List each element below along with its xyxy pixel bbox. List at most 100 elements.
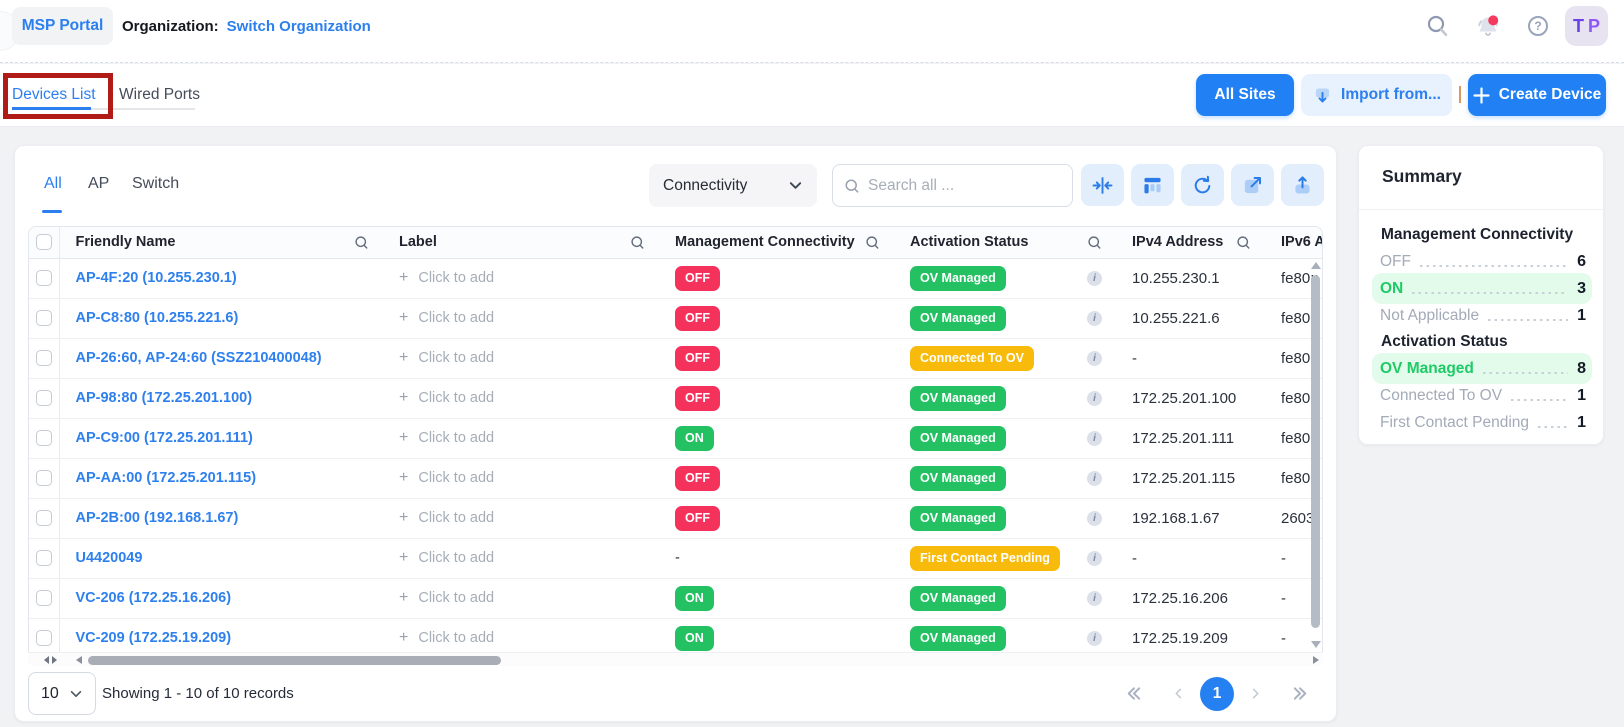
scroll-down-arrow-icon[interactable]: [1311, 641, 1321, 648]
row-checkbox[interactable]: [36, 510, 52, 526]
row-checkbox[interactable]: [36, 630, 52, 646]
msp-portal-button[interactable]: MSP Portal: [12, 7, 113, 45]
columns-settings-button[interactable]: [1131, 164, 1174, 206]
previous-page-button[interactable]: [1171, 686, 1186, 701]
notifications-bell-icon[interactable]: [1474, 13, 1502, 41]
info-icon[interactable]: i: [1087, 351, 1102, 366]
search-input[interactable]: [868, 177, 1061, 195]
search-icon[interactable]: [1426, 14, 1450, 38]
click-to-add[interactable]: + Click to add: [399, 429, 494, 447]
info-icon[interactable]: i: [1087, 591, 1102, 606]
info-icon[interactable]: i: [1087, 631, 1102, 646]
horizontal-scrollbar-thumb[interactable]: [88, 656, 501, 665]
friendly-name-cell[interactable]: AP-AA:00 (172.25.201.115): [59, 458, 383, 498]
row-checkbox[interactable]: [36, 350, 52, 366]
row-checkbox[interactable]: [36, 470, 52, 486]
activation-status-cell: OV Managed i: [894, 418, 1116, 458]
create-device-button[interactable]: Create Device: [1468, 74, 1606, 116]
ipv4-cell: 172.25.201.115: [1116, 458, 1265, 498]
devices-table: Friendly Name Label Management Connectiv…: [29, 227, 1323, 659]
click-to-add[interactable]: + Click to add: [399, 389, 494, 407]
refresh-button[interactable]: [1181, 164, 1224, 206]
tab-devices-list[interactable]: Devices List: [12, 86, 96, 104]
row-checkbox[interactable]: [36, 590, 52, 606]
column-search-icon[interactable]: [865, 235, 880, 250]
label-cell: + Click to add: [383, 378, 659, 418]
connectivity-filter-select[interactable]: Connectivity: [649, 164, 817, 207]
summary-row-label: OV Managed: [1380, 360, 1474, 378]
row-checkbox[interactable]: [36, 270, 52, 286]
create-device-label: Create Device: [1499, 86, 1602, 104]
friendly-name-cell[interactable]: AP-C9:00 (172.25.201.111): [59, 418, 383, 458]
ipv4-cell: 192.168.1.67: [1116, 498, 1265, 538]
plus-icon: +: [399, 429, 408, 447]
organization-link[interactable]: Switch Organization: [227, 18, 371, 35]
first-page-button[interactable]: [1124, 684, 1143, 703]
info-icon[interactable]: i: [1087, 311, 1102, 326]
filter-tab-all[interactable]: All: [44, 175, 62, 193]
vertical-scrollbar-thumb[interactable]: [1311, 275, 1320, 628]
plus-icon: +: [399, 469, 408, 487]
column-header-label: Label: [383, 227, 659, 258]
import-from-button[interactable]: Import from...: [1301, 74, 1452, 116]
click-to-add[interactable]: + Click to add: [399, 309, 494, 327]
click-to-add[interactable]: + Click to add: [399, 509, 494, 527]
activation-status-cell: OV Managed i: [894, 458, 1116, 498]
organization-breadcrumb: Organization: Switch Organization: [122, 0, 371, 52]
user-avatar[interactable]: T P: [1565, 6, 1608, 46]
column-search-icon[interactable]: [1087, 235, 1102, 250]
click-to-add[interactable]: + Click to add: [399, 349, 494, 367]
row-checkbox[interactable]: [36, 390, 52, 406]
friendly-name-cell[interactable]: VC-206 (172.25.16.206): [59, 578, 383, 618]
info-icon[interactable]: i: [1087, 471, 1102, 486]
open-external-button[interactable]: [1231, 164, 1274, 206]
friendly-name-cell[interactable]: AP-98:80 (172.25.201.100): [59, 378, 383, 418]
friendly-name-cell[interactable]: AP-4F:20 (10.255.230.1): [59, 258, 383, 298]
all-sites-button[interactable]: All Sites: [1196, 74, 1294, 116]
row-checkbox[interactable]: [36, 310, 52, 326]
column-search-icon[interactable]: [1236, 235, 1251, 250]
filter-tab-ap[interactable]: AP: [88, 175, 109, 193]
devices-panel: All AP Switch Connectivity: [14, 145, 1337, 722]
scroll-left-arrow-icon[interactable]: [76, 656, 82, 664]
ipv4-cell: 172.25.16.206: [1116, 578, 1265, 618]
friendly-name-cell[interactable]: AP-2B:00 (192.168.1.67): [59, 498, 383, 538]
scroll-up-arrow-icon[interactable]: [1311, 262, 1321, 269]
click-to-add[interactable]: + Click to add: [399, 269, 494, 287]
page-size-select[interactable]: 10: [28, 672, 96, 715]
info-icon[interactable]: i: [1087, 431, 1102, 446]
export-button[interactable]: [1281, 164, 1324, 206]
info-icon[interactable]: i: [1087, 271, 1102, 286]
column-header-friendly-name: Friendly Name: [59, 227, 383, 258]
ipv4-cell: 172.25.201.100: [1116, 378, 1265, 418]
friendly-name-cell[interactable]: U4420049: [59, 538, 383, 578]
last-page-button[interactable]: [1291, 684, 1310, 703]
column-header-ipv4: IPv4 Address: [1116, 227, 1265, 258]
info-icon[interactable]: i: [1087, 511, 1102, 526]
column-pager-icon[interactable]: [44, 656, 70, 664]
column-search-icon[interactable]: [630, 235, 645, 250]
tab-wired-ports[interactable]: Wired Ports: [119, 86, 200, 104]
select-all-checkbox[interactable]: [36, 234, 52, 250]
click-to-add[interactable]: + Click to add: [399, 549, 494, 567]
next-page-button[interactable]: [1248, 686, 1263, 701]
collapse-columns-button[interactable]: [1081, 164, 1124, 206]
table-row: AP-26:60, AP-24:60 (SSZ210400048) + Clic…: [29, 338, 1323, 378]
search-icon: [844, 177, 860, 195]
click-to-add[interactable]: + Click to add: [399, 589, 494, 607]
column-search-icon[interactable]: [354, 235, 369, 250]
filter-tab-switch[interactable]: Switch: [132, 175, 179, 193]
row-checkbox[interactable]: [36, 430, 52, 446]
friendly-name-cell[interactable]: AP-C8:80 (10.255.221.6): [59, 298, 383, 338]
click-to-add[interactable]: + Click to add: [399, 469, 494, 487]
summary-row: Not Applicable 1: [1359, 302, 1603, 329]
upload-icon: [1291, 174, 1314, 197]
row-select-cell: [29, 378, 59, 418]
page-number-button[interactable]: 1: [1200, 677, 1234, 711]
info-icon[interactable]: i: [1087, 551, 1102, 566]
help-icon[interactable]: ?: [1528, 16, 1548, 36]
click-to-add[interactable]: + Click to add: [399, 629, 494, 647]
info-icon[interactable]: i: [1087, 391, 1102, 406]
friendly-name-cell[interactable]: AP-26:60, AP-24:60 (SSZ210400048): [59, 338, 383, 378]
row-checkbox[interactable]: [36, 550, 52, 566]
